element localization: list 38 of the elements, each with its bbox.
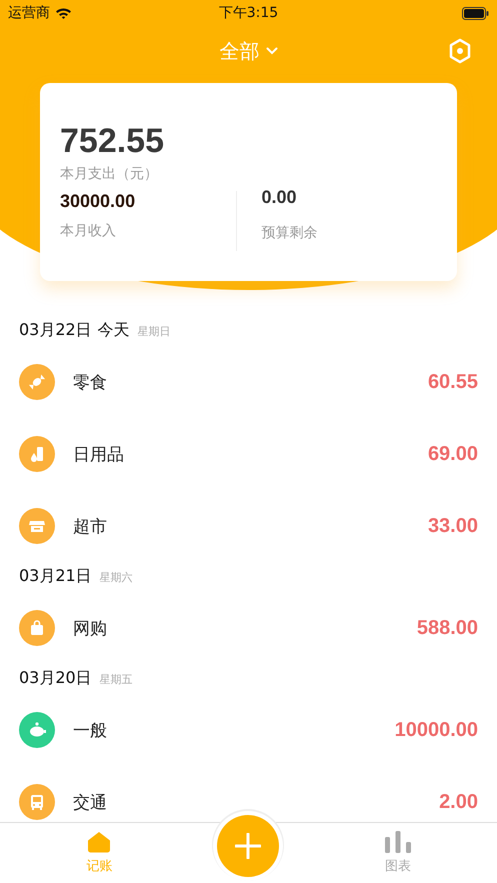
settings-icon[interactable] (448, 38, 472, 64)
category-name: 一般 (73, 720, 107, 742)
battery-icon (462, 6, 489, 20)
expense-amount: 33.00 (428, 514, 478, 538)
status-time: 下午3:15 (218, 4, 278, 22)
today-label: 今天 (98, 320, 130, 341)
budget-amount: 0.00 (262, 187, 298, 208)
home-icon (87, 831, 112, 853)
category-name: 零食 (73, 372, 107, 394)
chevron-down-icon (266, 47, 278, 55)
category-dropdown[interactable]: 全部 (220, 38, 278, 64)
expense-amount: 60.55 (428, 370, 478, 394)
expense-amount: 69.00 (428, 442, 478, 466)
weekday-label: 星期六 (100, 570, 133, 585)
expense-amount: 752.55 (60, 121, 165, 161)
expense-label: 本月支出（元） (60, 165, 159, 183)
carrier-name: 运营商 (8, 4, 50, 22)
category-name: 交通 (73, 792, 107, 814)
date-heading: 03月22日 (19, 320, 92, 341)
expense-amount: 10000.00 (394, 718, 478, 742)
tab-item[interactable]: 记账 (0, 823, 198, 883)
bar-chart-icon (384, 831, 412, 853)
date-heading: 03月21日 (19, 566, 92, 587)
add-button[interactable] (216, 815, 278, 877)
date-heading: 03月20日 (19, 668, 92, 689)
weekday-label: 星期五 (100, 672, 133, 687)
income-label: 本月收入 (60, 222, 117, 240)
category-name: 日用品 (73, 444, 124, 466)
category-name: 网购 (73, 618, 107, 640)
category-name: 超市 (73, 516, 107, 538)
wifi-icon (55, 7, 72, 19)
weekday-label: 星期日 (138, 324, 171, 339)
budget-label: 预算剩余 (262, 224, 318, 242)
plus-icon (234, 833, 260, 859)
expense-amount: 2.00 (439, 790, 478, 814)
tab-item[interactable]: 图表 (298, 823, 497, 883)
expense-amount: 588.00 (416, 616, 478, 640)
income-amount: 30000.00 (60, 191, 136, 212)
